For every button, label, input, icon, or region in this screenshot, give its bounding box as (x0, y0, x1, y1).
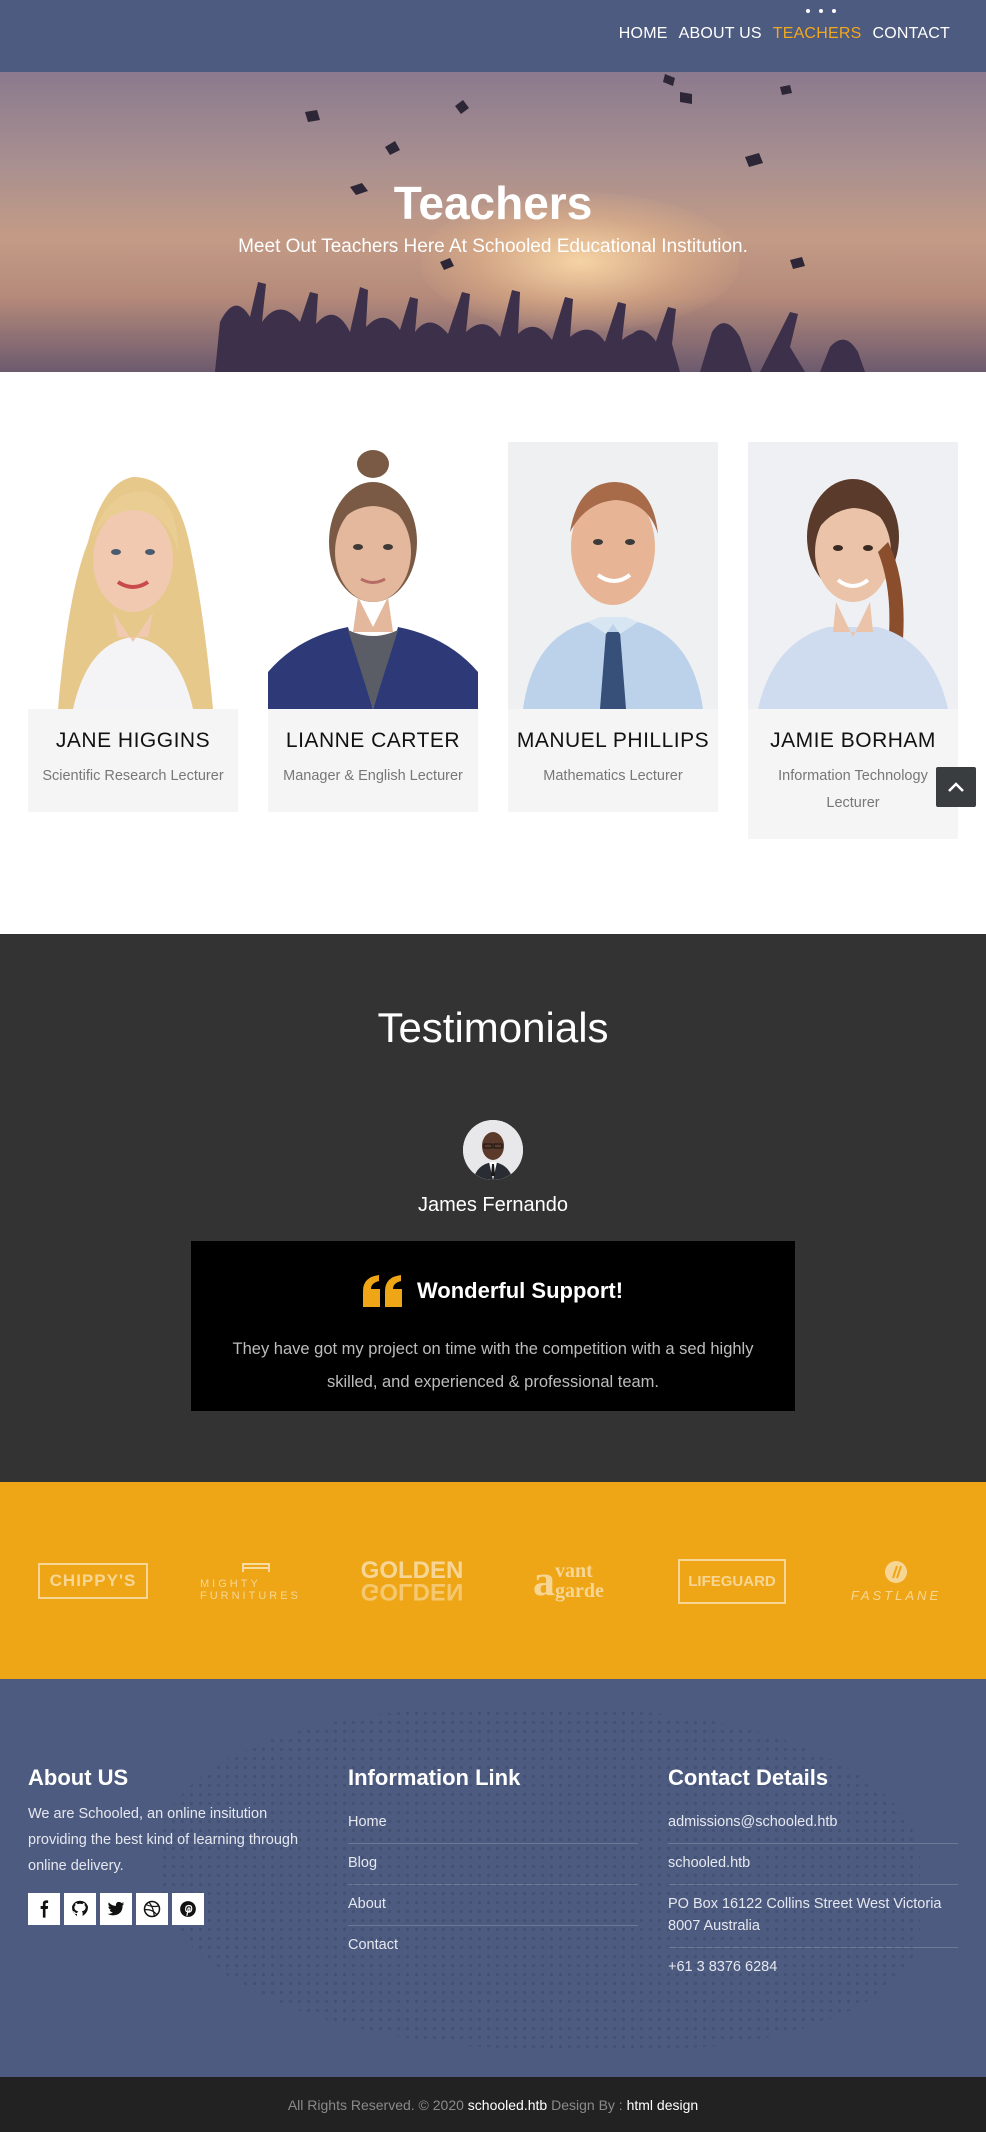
quote-text: They have got my project on time with th… (232, 1340, 754, 1391)
sofa-icon (242, 1563, 270, 1572)
facebook-icon[interactable] (28, 1893, 60, 1925)
partner-logo-chippys: CHIPPY'S (34, 1555, 152, 1607)
teacher-role: Mathematics Lecturer (543, 768, 683, 784)
teacher-name: MANUEL PHILLIPS (516, 729, 710, 752)
footer-contact-title: Contact Details (668, 1765, 829, 1790)
teacher-photo (748, 442, 958, 709)
testimonials-title: Testimonials (377, 1004, 609, 1051)
main-nav: HOME ABOUT US TEACHERS CONTACT (619, 25, 950, 43)
twitter-icon[interactable] (100, 1893, 132, 1925)
teacher-name: JANE HIGGINS (55, 729, 211, 752)
designer-link[interactable]: html design (627, 2097, 699, 2113)
teacher-role: Information Technology Lecturer (778, 768, 928, 811)
testimonial-quote-box: Wonderful Support! They have got my proj… (191, 1241, 795, 1411)
nav-home[interactable]: HOME (619, 25, 668, 43)
contact-phone: +61 3 8376 6284 (668, 1959, 778, 1975)
footer-link-contact[interactable]: Contact (348, 1926, 638, 1966)
partner-logo-lifeguard: LIFEGUARD (678, 1555, 786, 1607)
teacher-card: LIANNE CARTER Manager & English Lecturer (268, 442, 478, 812)
dribbble-icon[interactable] (136, 1893, 168, 1925)
contact-address: PO Box 16122 Collins Street West Victori… (668, 1885, 958, 1948)
teacher-card: JAMIE BORHAM Information Technology Lect… (748, 442, 958, 839)
nav-teachers[interactable]: TEACHERS (773, 25, 862, 43)
top-dots-decoration (806, 9, 836, 13)
footer-about-text: We are Schooled, an online insitution pr… (28, 1806, 299, 1874)
site-footer: About US We are Schooled, an online insi… (0, 1679, 986, 2077)
copyright-text: All Rights Reserved. © 2020 (287, 2096, 464, 2113)
partner-logo-mighty-furnitures: MIGHTY FURNITURES (200, 1555, 312, 1607)
site-header: HOME ABOUT US TEACHERS CONTACT (0, 0, 986, 72)
teacher-photo (508, 442, 718, 709)
quote-title: Wonderful Support! (416, 1278, 624, 1303)
teacher-card: MANUEL PHILLIPS Mathematics Lecturer (508, 442, 718, 812)
footer-link-blog[interactable]: Blog (348, 1844, 638, 1885)
teacher-card: JANE HIGGINS Scientific Research Lecture… (28, 442, 238, 812)
testimonials-section: Testimonials James Fernando Wonderful Su… (0, 934, 986, 1482)
nav-contact[interactable]: CONTACT (872, 25, 950, 43)
fastlane-mark-icon (885, 1560, 907, 1583)
page-title: Teachers (393, 177, 593, 229)
hero-banner: Teachers Meet Out Teachers Here At Schoo… (0, 72, 986, 372)
footer-about-column: About US We are Schooled, an online insi… (28, 1765, 313, 1925)
quote-icon (362, 1275, 402, 1307)
teacher-name: JAMIE BORHAM (770, 729, 936, 752)
chevron-up-icon (948, 782, 964, 792)
copyright-bar: All Rights Reserved. © 2020 schooled.htb… (0, 2077, 986, 2132)
footer-contact-column: Contact Details admissions@schooled.htb … (668, 1765, 958, 1988)
testimonial-person-name: James Fernando (417, 1194, 569, 1216)
teacher-name: LIANNE CARTER (285, 729, 461, 752)
nav-about-us[interactable]: ABOUT US (679, 25, 762, 43)
teacher-role: Scientific Research Lecturer (42, 768, 224, 784)
footer-link-home[interactable]: Home (348, 1803, 638, 1844)
pinterest-icon[interactable] (172, 1893, 204, 1925)
teacher-role: Manager & English Lecturer (283, 768, 463, 784)
teacher-photo (28, 442, 238, 709)
copyright-site-link[interactable]: schooled.htb (468, 2097, 547, 2113)
footer-link-about[interactable]: About (348, 1885, 638, 1926)
footer-links-title: Information Link (348, 1765, 521, 1790)
partner-logo-golden: GOLDEN GOLDEN (360, 1557, 464, 1606)
partner-logo-fastlane: FASTLANE (846, 1555, 946, 1607)
design-by-label: Design By : (551, 2096, 623, 2113)
contact-website[interactable]: schooled.htb (668, 1844, 958, 1885)
contact-email[interactable]: admissions@schooled.htb (668, 1803, 958, 1844)
footer-links-column: Information Link Home Blog About Contact (348, 1765, 638, 1966)
partner-logos-strip: CHIPPY'S MIGHTY FURNITURES GOLDEN GOLDEN… (0, 1482, 986, 1679)
github-icon[interactable] (64, 1893, 96, 1925)
testimonial-avatar (463, 1120, 523, 1180)
teacher-photo (268, 442, 478, 709)
page-subtitle: Meet Out Teachers Here At Schooled Educa… (238, 236, 748, 257)
social-links (28, 1893, 313, 1925)
scroll-to-top-button[interactable] (936, 767, 976, 807)
footer-about-title: About US (28, 1765, 129, 1790)
partner-logo-vant-garde: a vant garde (533, 1556, 604, 1605)
